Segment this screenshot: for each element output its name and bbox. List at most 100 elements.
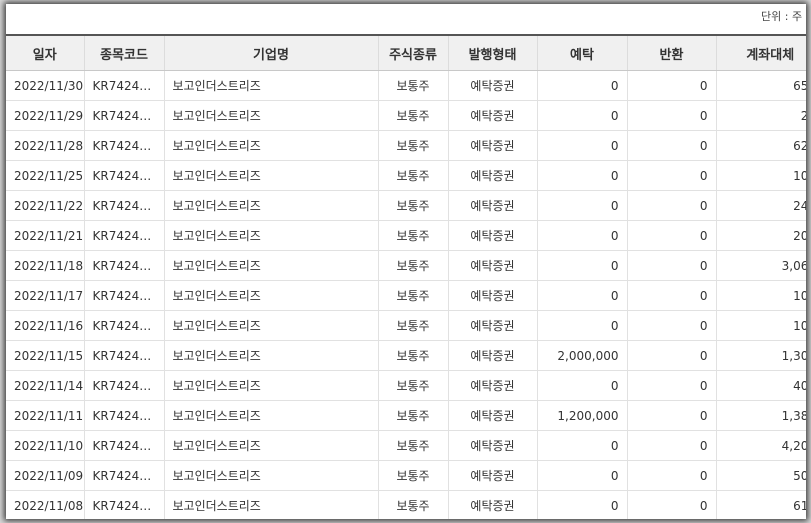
col-header-deposit: 예탁 — [536, 34, 627, 71]
cell-stock-type: 보통주 — [377, 400, 448, 431]
cell-return: 0 — [626, 250, 716, 281]
cell-return: 0 — [626, 370, 716, 401]
table-row[interactable]: 2022/11/25KR742447…보고인더스트리즈보통주예탁증권00100 — [6, 160, 806, 191]
cell-company: 보고인더스트리즈 — [163, 130, 378, 161]
cell-stock-type: 보통주 — [377, 490, 448, 519]
unit-label: 단위 : 주 — [761, 10, 803, 23]
table-row[interactable]: 2022/11/11 KR742447… 보고인더스트리즈 보통주 예탁증권 1,200,… — [6, 400, 806, 431]
cell-company: 보고인더스트리즈 — [163, 220, 378, 251]
col-header-stock-type: 주식종류 — [377, 34, 448, 71]
cell-deposit: 0 — [536, 430, 627, 461]
cell-date: 2022/11/18 — [6, 250, 84, 281]
cell-issue-type: 예탁증권 — [447, 430, 537, 461]
cell-transfer: 200 — [715, 220, 806, 251]
cell-code: KR742447… — [83, 310, 164, 341]
cell-date: 2022/11/21 — [6, 220, 84, 251]
cell-deposit: 0 — [536, 310, 627, 341]
cell-company: 보고인더스트리즈 — [163, 460, 378, 491]
table-row[interactable]: 2022/11/18KR742447…보고인더스트리즈보통주예탁증권003,06… — [6, 250, 806, 281]
cell-stock-type: 보통주 — [377, 100, 448, 131]
cell-return: 0 — [626, 70, 716, 101]
cell-transfer: 100 — [715, 160, 806, 191]
cell-transfer: 620 — [715, 130, 806, 161]
cell-issue-type: 예탁증권 — [447, 280, 537, 311]
cell-code: KR742447… — [83, 70, 164, 101]
cell-issue-type: 예탁증권 — [447, 310, 537, 341]
cell-company: 보고인더스트리즈 — [163, 340, 378, 371]
cell-date: 2022/11/22 — [6, 190, 84, 221]
cell-issue-type: 예탁증권 — [447, 100, 537, 131]
table-row[interactable]: 2022/11/29KR742447…보고인더스트리즈보통주예탁증권0020 — [6, 100, 806, 131]
cell-return: 0 — [626, 280, 716, 311]
cell-return: 0 — [626, 460, 716, 491]
cell-stock-type: 보통주 — [377, 340, 448, 371]
table-row[interactable]: 2022/11/28KR742447…보고인더스트리즈보통주예탁증권00620 — [6, 130, 806, 161]
cell-company: 보고인더스트리즈 — [163, 100, 378, 131]
cell-deposit: 0 — [536, 250, 627, 281]
cell-issue-type: 예탁증권 — [447, 250, 537, 281]
cell-code: KR742447… — [83, 160, 164, 191]
cell-company: 보고인더스트리즈 — [163, 370, 378, 401]
cell-transfer: 20 — [715, 100, 806, 131]
table-row[interactable]: 2022/11/15 KR742447… 보고인더스트리즈 보통주 예탁증권 2,000,… — [6, 340, 806, 371]
cell-return: 0 — [626, 430, 716, 461]
table-row[interactable]: 2022/11/14KR742447…보고인더스트리즈보통주예탁증권00400 — [6, 370, 806, 401]
cell-company: 보고인더스트리즈 — [163, 490, 378, 519]
cell-issue-type: 예탁증권 — [447, 460, 537, 491]
table-row[interactable]: 2022/11/08KR742447…보고인더스트리즈보통주예탁증권00610 — [6, 490, 806, 519]
cell-code: KR742447… — [83, 280, 164, 311]
cell-code: KR742447… — [83, 250, 164, 281]
table-row[interactable]: 2022/11/30KR742447…보고인더스트리즈보통주예탁증권00650 — [6, 70, 806, 101]
deposit-table: 일자 종목코드 기업명 주식종류 발행형태 예탁 반환 계좌대체 2022/11… — [6, 34, 806, 519]
cell-transfer: 3,060 — [715, 250, 806, 281]
table-row[interactable]: 2022/11/17KR742447…보고인더스트리즈보통주예탁증권00100 — [6, 280, 806, 311]
cell-issue-type: 예탁증권 — [447, 160, 537, 191]
cell-return: 0 — [626, 340, 716, 371]
cell-transfer: 1,300 — [715, 340, 806, 371]
col-header-return: 반환 — [626, 34, 716, 71]
cell-company: 보고인더스트리즈 — [163, 190, 378, 221]
cell-stock-type: 보통주 — [377, 190, 448, 221]
cell-stock-type: 보통주 — [377, 70, 448, 101]
cell-stock-type: 보통주 — [377, 130, 448, 161]
cell-date: 2022/11/25 — [6, 160, 84, 191]
cell-transfer: 610 — [715, 490, 806, 519]
cell-deposit: 0 — [536, 220, 627, 251]
cell-stock-type: 보통주 — [377, 280, 448, 311]
cell-deposit: 0 — [536, 160, 627, 191]
cell-stock-type: 보통주 — [377, 160, 448, 191]
cell-deposit: 0 — [536, 70, 627, 101]
table-row[interactable]: 2022/11/10KR742447…보고인더스트리즈보통주예탁증권004,20… — [6, 430, 806, 461]
table-row[interactable]: 2022/11/09KR742447…보고인더스트리즈보통주예탁증권00500 — [6, 460, 806, 491]
cell-issue-type: 예탁증권 — [447, 400, 537, 431]
table-row[interactable]: 2022/11/21KR742447…보고인더스트리즈보통주예탁증권00200 — [6, 220, 806, 251]
cell-code: KR742447… — [83, 220, 164, 251]
cell-return: 0 — [626, 220, 716, 251]
cell-return: 0 — [626, 100, 716, 131]
cell-return: 0 — [626, 130, 716, 161]
table-row[interactable]: 2022/11/16KR742447…보고인더스트리즈보통주예탁증권00100 — [6, 310, 806, 341]
cell-deposit: 0 — [536, 370, 627, 401]
cell-return: 0 — [626, 490, 716, 519]
cell-transfer: 247 — [715, 190, 806, 221]
cell-transfer: 100 — [715, 310, 806, 341]
cell-company: 보고인더스트리즈 — [163, 160, 378, 191]
cell-return: 0 — [626, 190, 716, 221]
header-row: 일자 종목코드 기업명 주식종류 발행형태 예탁 반환 계좌대체 — [6, 34, 806, 71]
cell-date: 2022/11/30 — [6, 70, 84, 101]
col-header-date: 일자 — [6, 34, 84, 71]
cell-deposit: 0 — [536, 130, 627, 161]
cell-deposit: 2,000,000 — [536, 340, 627, 371]
table-row[interactable]: 2022/11/22KR742447…보고인더스트리즈보통주예탁증권00247 — [6, 190, 806, 221]
cell-date: 2022/11/14 — [6, 370, 84, 401]
cell-code: KR742447… — [83, 340, 164, 371]
cell-date: 2022/11/28 — [6, 130, 84, 161]
cell-company: 보고인더스트리즈 — [163, 400, 378, 431]
cell-deposit: 0 — [536, 100, 627, 131]
cell-company: 보고인더스트리즈 — [163, 250, 378, 281]
cell-deposit: 0 — [536, 280, 627, 311]
cell-stock-type: 보통주 — [377, 310, 448, 341]
cell-stock-type: 보통주 — [377, 220, 448, 251]
data-panel: 단위 : 주 일자 종목코드 기업명 주식종류 발행형태 예탁 반환 계좌대체 — [6, 4, 806, 519]
cell-deposit: 0 — [536, 460, 627, 491]
